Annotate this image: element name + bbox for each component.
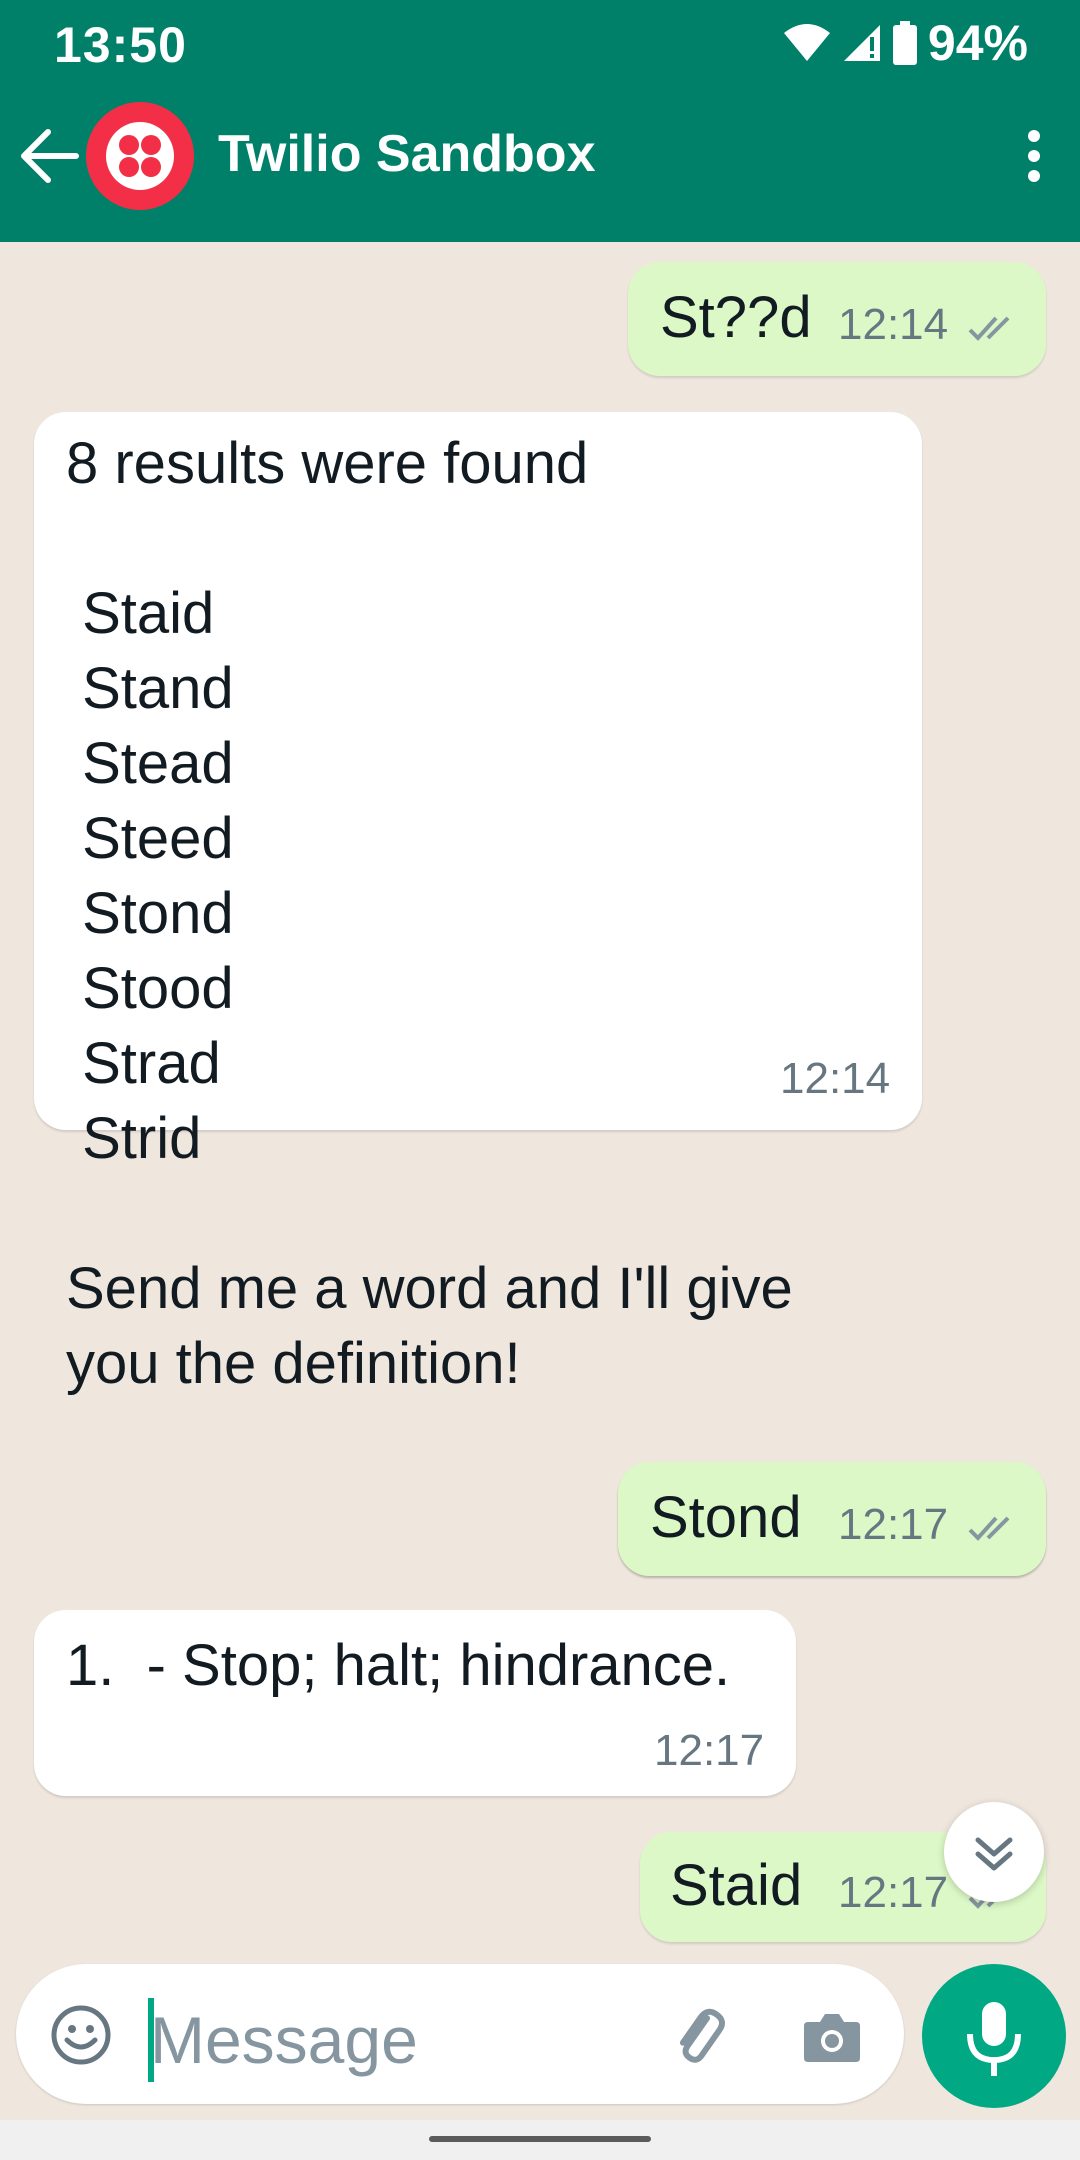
double-check-icon [968,316,1010,341]
logo-ring [106,122,174,190]
wifi-icon [783,24,830,61]
message-incoming[interactable]: 1. - Stop; halt; hindrance. 12:17 [34,1610,796,1796]
message-incoming[interactable]: 8 results were found Staid Stand Stead S… [34,412,922,1396]
camera-icon[interactable] [800,2004,864,2068]
logo-dot [119,157,139,177]
mic-icon [967,2002,1021,2076]
message-outgoing[interactable]: St??d 12:14 [628,262,1046,376]
emoji-icon[interactable] [50,2004,112,2066]
logo-dot [141,135,161,155]
message-time: 12:17 [838,1500,949,1549]
message-time: 12:14 [838,300,949,349]
message-text: 1. - Stop; halt; hindrance. [66,1633,731,1698]
message-time: 12:17 [838,1868,949,1917]
message-input[interactable]: Message [150,2002,418,2078]
message-text: St??d [660,285,812,350]
battery-percent: 94% [927,15,1028,71]
message-text: Stond [650,1485,802,1550]
voice-record-button[interactable] [922,1964,1066,2108]
battery-icon [892,21,917,65]
message-text: 8 results were found Staid Stand Stead S… [66,431,793,1396]
home-indicator[interactable] [429,2136,651,2142]
message-time: 12:17 [654,1726,765,1775]
scroll-down-icon [975,1837,1013,1871]
message-outgoing[interactable]: Stond 12:17 [618,1462,1046,1576]
status-icons: 94% [782,14,1028,72]
app-header: 13:50 94% Twilio Sandbox [0,0,1080,242]
message-text: Staid [670,1853,803,1918]
back-arrow-icon[interactable] [18,126,82,186]
message-time: 12:14 [780,1054,891,1103]
double-check-icon [968,1516,1010,1541]
logo-dot [119,135,139,155]
twilio-logo-icon[interactable] [86,102,194,210]
status-time: 13:50 [54,17,187,73]
logo-dot [141,157,161,177]
attach-icon[interactable] [662,2000,734,2072]
chat-title[interactable]: Twilio Sandbox [218,124,595,184]
scroll-down-button[interactable] [944,1802,1044,1902]
signal-icon [843,25,880,61]
more-vert-icon[interactable] [1016,126,1052,186]
